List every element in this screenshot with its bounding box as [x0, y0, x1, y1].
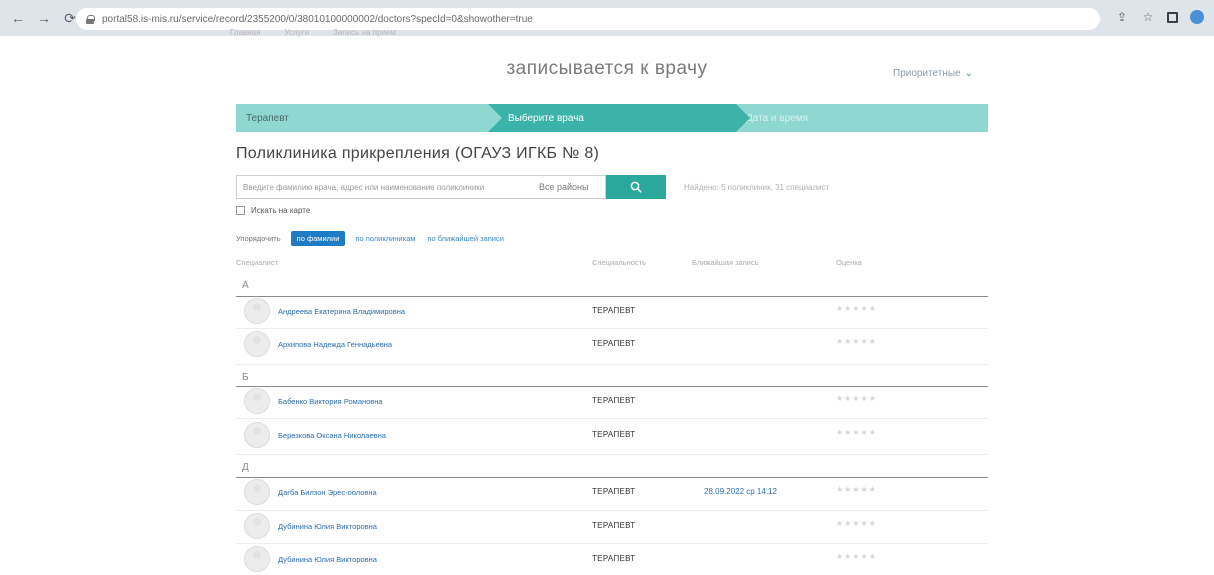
forward-icon[interactable]: → [36, 10, 52, 26]
row-divider [236, 328, 988, 329]
step-datetime[interactable]: Дата и время [736, 104, 988, 132]
search-row: Введите фамилию врача, адрес или наимено… [236, 175, 829, 199]
doctor-specialty: ТЕРАПЕВТ [592, 396, 636, 405]
rating-stars: ★★★★★ [836, 304, 877, 313]
doctor-specialty: ТЕРАПЕВТ [592, 306, 636, 315]
step-label: Выберите врача [508, 112, 584, 124]
table-row: Архипова Надежда Геннадьевна ТЕРАПЕВТ ★★… [236, 330, 988, 360]
group-letter: Д [242, 462, 249, 473]
page-title: записывается к врачу [506, 58, 708, 79]
bookmark-star-icon[interactable]: ☆ [1141, 10, 1155, 24]
lock-icon [86, 14, 95, 24]
rating-stars: ★★★★★ [836, 552, 877, 561]
search-placeholder: Введите фамилию врача, адрес или наимено… [243, 182, 485, 192]
avatar [244, 546, 270, 572]
district-select[interactable]: Все районы [539, 182, 605, 192]
avatar [244, 479, 270, 505]
site-nav-item[interactable]: Главная [230, 28, 260, 37]
search-icon [630, 181, 642, 193]
doctor-specialty: ТЕРАПЕВТ [592, 430, 636, 439]
rating-stars: ★★★★★ [836, 519, 877, 528]
map-checkbox[interactable] [236, 206, 245, 215]
table-row: Андреева Екатерина Владимировна ТЕРАПЕВТ… [236, 297, 988, 327]
avatar [244, 331, 270, 357]
column-header: Ближайшая запись [692, 258, 759, 267]
browser-toolbar: ← → ⟳ portal58.is-mis.ru/service/record/… [0, 0, 1214, 37]
extensions-icon[interactable] [1167, 11, 1178, 23]
doctor-name-link[interactable]: Березкова Оксана Николаевна [278, 431, 386, 440]
table-row: Бабенко Виктория Романовна ТЕРАПЕВТ ★★★★… [236, 387, 988, 417]
avatar [244, 513, 270, 539]
search-input[interactable]: Введите фамилию врача, адрес или наимено… [236, 175, 606, 199]
rating-stars: ★★★★★ [836, 337, 877, 346]
profile-icon[interactable] [1190, 10, 1204, 24]
priority-select-label: Приоритетные [893, 68, 961, 79]
address-bar[interactable]: portal58.is-mis.ru/service/record/235520… [76, 8, 1100, 30]
row-divider [236, 454, 988, 455]
rating-stars: ★★★★★ [836, 485, 877, 494]
site-nav-ghost: Главная Услуги Запись на прием [230, 28, 396, 37]
doctor-name-link[interactable]: Архипова Надежда Геннадьевна [278, 340, 392, 349]
priority-select[interactable]: Приоритетные ⌄ [893, 68, 973, 79]
map-checkbox-label: Искать на карте [251, 206, 311, 215]
row-divider [236, 364, 988, 365]
sort-controls: Упорядочить по фамилии по поликлиникам п… [236, 231, 516, 246]
avatar [244, 388, 270, 414]
doctor-name-link[interactable]: Дагба Билзон Эрес-ооловна [278, 488, 377, 497]
group-letter: А [242, 280, 249, 291]
column-header: Оценка [836, 258, 862, 267]
clinic-title: Поликлиника прикрепления (ОГАУЗ ИГКБ № 8… [236, 145, 600, 162]
map-search-toggle[interactable]: Искать на карте [236, 206, 310, 215]
avatar [244, 298, 270, 324]
booking-stepper: Терапевт Выберите врача Дата и время [236, 104, 988, 132]
step-doctor[interactable]: Выберите врача [488, 104, 750, 132]
doctor-name-link[interactable]: Дубинина Юлия Викторовна [278, 555, 377, 564]
doctor-specialty: ТЕРАПЕВТ [592, 554, 636, 563]
column-header: Специальность [592, 258, 646, 267]
table-row: Дубинина Юлия Викторовна ТЕРАПЕВТ ★★★★★ [236, 512, 988, 542]
table-row: Дубинина Юлия Викторовна ТЕРАПЕВТ ★★★★★ [236, 545, 988, 575]
table-row: Березкова Оксана Николаевна ТЕРАПЕВТ ★★★… [236, 421, 988, 451]
step-label: Терапевт [246, 112, 289, 124]
doctor-name-link[interactable]: Бабенко Виктория Романовна [278, 397, 383, 406]
rating-stars: ★★★★★ [836, 428, 877, 437]
results-count: Найдено: 5 поликлиник, 31 специалист [684, 182, 830, 192]
avatar [244, 422, 270, 448]
nearest-slot-link[interactable]: 28.09.2022 ср 14:12 [704, 487, 777, 496]
rating-stars: ★★★★★ [836, 394, 877, 403]
row-divider [236, 418, 988, 419]
sort-by-nearest[interactable]: по ближайшей записи [427, 234, 503, 243]
row-divider [236, 543, 988, 544]
doctor-name-link[interactable]: Дубинина Юлия Викторовна [278, 522, 377, 531]
back-icon[interactable]: ← [10, 10, 26, 26]
group-letter: Б [242, 372, 249, 383]
step-label: Дата и время [746, 112, 809, 124]
sort-label: Упорядочить [236, 234, 281, 243]
table-row: Дагба Билзон Эрес-ооловна ТЕРАПЕВТ 28.09… [236, 478, 988, 508]
site-nav-item[interactable]: Услуги [284, 28, 309, 37]
sort-by-surname[interactable]: по фамилии [290, 231, 346, 246]
site-nav-item[interactable]: Запись на прием [333, 28, 396, 37]
doctor-specialty: ТЕРАПЕВТ [592, 339, 636, 348]
step-specialty[interactable]: Терапевт [236, 104, 502, 132]
doctor-specialty: ТЕРАПЕВТ [592, 521, 636, 530]
sort-by-clinic[interactable]: по поликлиникам [355, 234, 415, 243]
share-icon[interactable]: ⇪ [1115, 10, 1129, 24]
search-button[interactable] [606, 175, 666, 199]
column-header: Специалист [236, 258, 279, 267]
chevron-down-icon: ⌄ [964, 68, 973, 79]
doctor-specialty: ТЕРАПЕВТ [592, 487, 636, 496]
url-text: portal58.is-mis.ru/service/record/235520… [102, 13, 533, 25]
row-divider [236, 510, 988, 511]
doctor-name-link[interactable]: Андреева Екатерина Владимировна [278, 307, 405, 316]
